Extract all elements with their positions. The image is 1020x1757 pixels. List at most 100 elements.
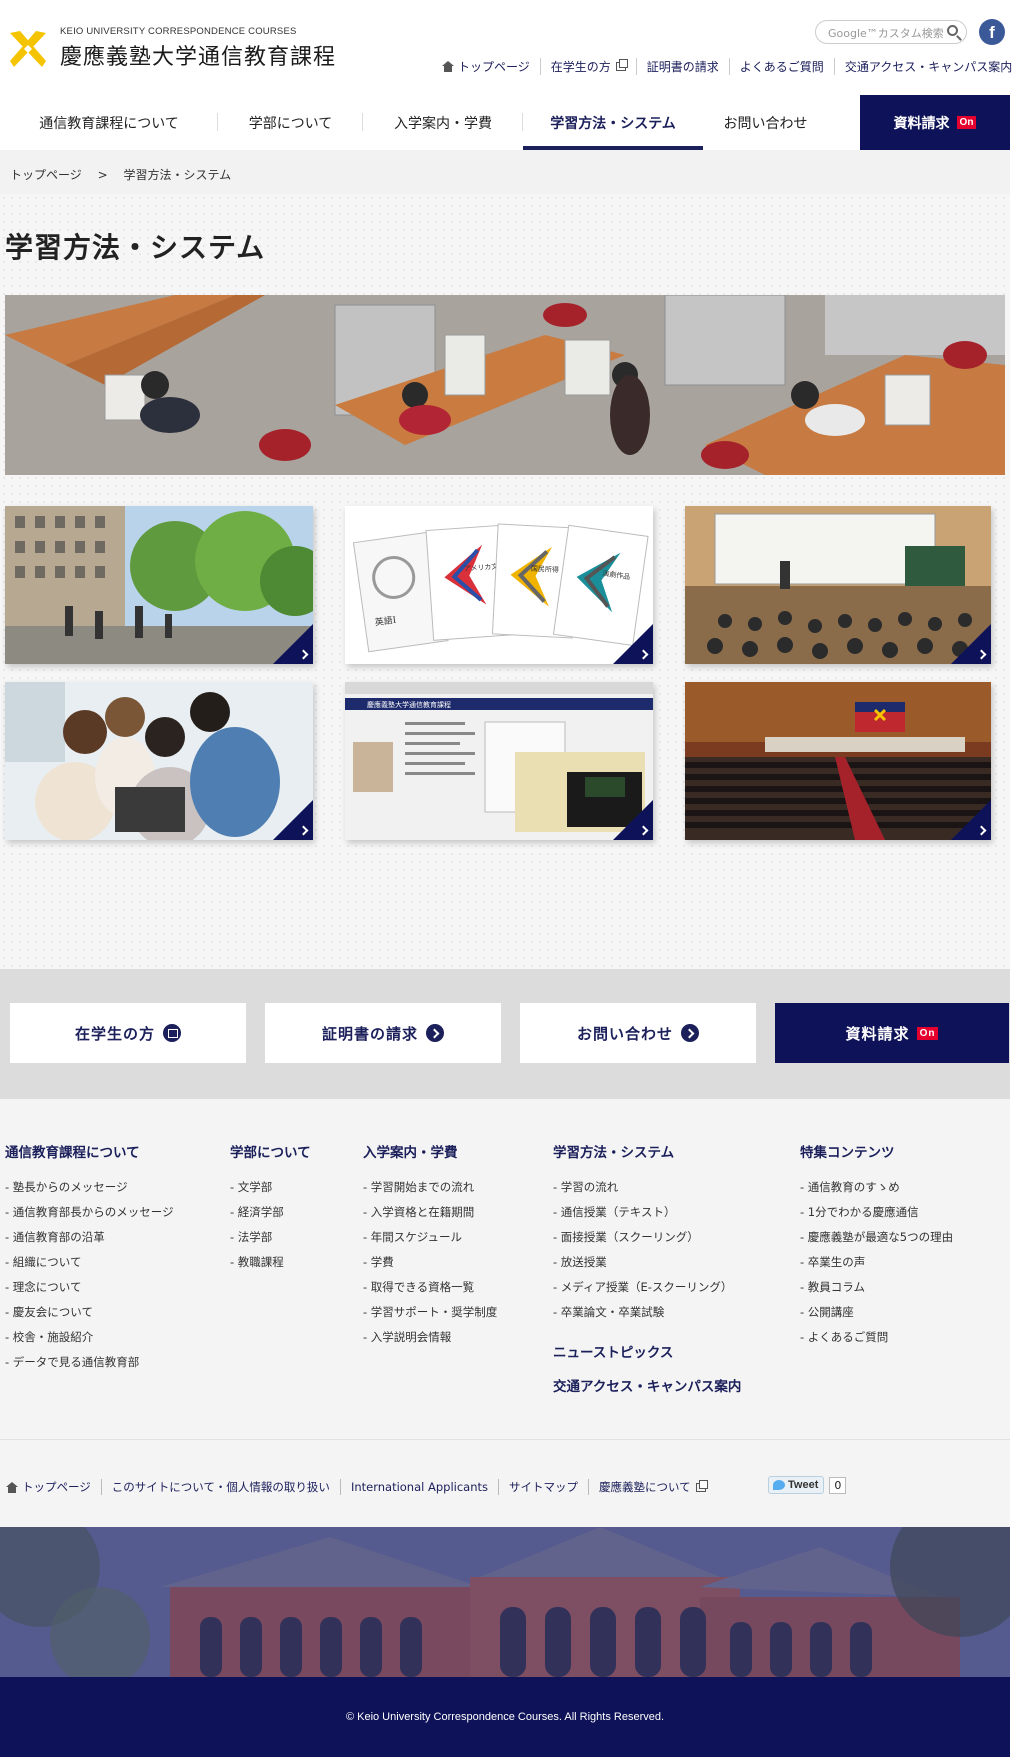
nav-label: 学習方法・システム <box>550 115 676 132</box>
footer-link-label: 慶應義塾について <box>599 1480 691 1494</box>
util-link-faq[interactable]: よくあるご質問 <box>728 58 834 75</box>
sitemap-link[interactable]: - 入学説明会情報 <box>363 1325 497 1350</box>
search-icon[interactable] <box>947 25 958 36</box>
copyright-text: © Keio University Correspondence Courses… <box>345 1711 665 1723</box>
sitemap-link[interactable]: - 通信教育部長からのメッセージ <box>5 1200 174 1225</box>
lecture-hall-photo <box>685 506 991 664</box>
sitemap-link[interactable]: - 理念について <box>5 1275 174 1300</box>
copyright-bar: © Keio University Correspondence Courses… <box>0 1677 1010 1757</box>
nav-about[interactable]: 通信教育課程について <box>0 95 218 150</box>
textbooks-photo: 英語Ⅰ アメリカ文学 国民所得 演劇作品 <box>345 506 653 664</box>
sitemap-link[interactable]: - 通信教育のすゝめ <box>800 1175 953 1200</box>
nav-label: 学部について <box>248 115 333 132</box>
cta-contact[interactable]: お問い合わせ <box>520 1003 756 1063</box>
sitemap-link[interactable]: - 教職課程 <box>230 1250 311 1275</box>
site-logo[interactable]: KEIO UNIVERSITY CORRESPONDENCE COURSES 慶… <box>6 26 336 71</box>
sitemap-link[interactable]: - 入学資格と在籍期間 <box>363 1200 497 1225</box>
sitemap-link[interactable]: - メディア授業（E-スクーリング） <box>553 1275 741 1300</box>
sitemap-link[interactable]: - 通信教育部の沿革 <box>5 1225 174 1250</box>
sitemap-link[interactable]: - 法学部 <box>230 1225 311 1250</box>
sitemap-link[interactable]: - データで見る通信教育部 <box>5 1350 174 1375</box>
sitemap-link[interactable]: - 学習サポート・奨学制度 <box>363 1300 497 1325</box>
tile-lecture-hall[interactable] <box>685 506 991 664</box>
footer-link-international[interactable]: International Applicants <box>339 1479 498 1495</box>
sitemap-heading[interactable]: 学部について <box>230 1141 311 1161</box>
e-schooling-screen-photo: 慶應義塾大学通信教育課程 <box>345 682 653 840</box>
sitemap-link[interactable]: - 経済学部 <box>230 1200 311 1225</box>
sitemap-heading[interactable]: 入学案内・学費 <box>363 1141 497 1161</box>
util-link-top[interactable]: トップページ <box>432 58 540 75</box>
sitemap-link[interactable]: - 通信授業（テキスト） <box>553 1200 741 1225</box>
nav-label: お問い合わせ <box>723 115 808 132</box>
cta-current-students[interactable]: 在学生の方 <box>10 1003 246 1063</box>
sitemap-heading[interactable]: 特集コンテンツ <box>800 1141 953 1161</box>
logo-title: 慶應義塾大学通信教育課程 <box>60 45 337 70</box>
sitemap-link[interactable]: - 1分でわかる慶應通信 <box>800 1200 953 1225</box>
sitemap-access-link[interactable]: 交通アクセス・キャンパス案内 <box>553 1375 741 1395</box>
breadcrumb-home[interactable]: トップページ <box>10 168 82 182</box>
nav-contact[interactable]: お問い合わせ <box>703 95 828 150</box>
tile-textbooks[interactable]: 英語Ⅰ アメリカ文学 国民所得 演劇作品 <box>345 506 653 664</box>
sitemap-heading[interactable]: 通信教育課程について <box>5 1141 174 1161</box>
sitemap-link[interactable]: - 学習開始までの流れ <box>363 1175 497 1200</box>
footer-link-keio[interactable]: 慶應義塾について <box>588 1479 716 1495</box>
sitemap-link[interactable]: - 塾長からのメッセージ <box>5 1175 174 1200</box>
search-input[interactable]: Google™カスタム検索 <box>815 20 967 44</box>
sitemap-link[interactable]: - 学費 <box>363 1250 497 1275</box>
sitemap-link[interactable]: - 組織について <box>5 1250 174 1275</box>
facebook-icon[interactable]: f <box>979 19 1005 45</box>
footer-link-privacy[interactable]: このサイトについて・個人情報の取り扱い <box>100 1479 340 1495</box>
sitemap-link[interactable]: - よくあるご質問 <box>800 1325 953 1350</box>
footer-link-label: このサイトについて・個人情報の取り扱い <box>111 1480 330 1494</box>
tile-corner <box>613 800 653 840</box>
cta-label: 在学生の方 <box>74 1024 155 1043</box>
footer-sitemap: 通信教育課程について - 塾長からのメッセージ - 通信教育部長からのメッセージ… <box>0 1099 1010 1439</box>
sitemap-link[interactable]: - 年間スケジュール <box>363 1225 497 1250</box>
footer-cta-band: 在学生の方 証明書の請求 お問い合わせ 資料請求 On <box>0 969 1010 1099</box>
request-materials-button[interactable]: 資料請求 On <box>860 95 1010 150</box>
utility-nav: トップページ 在学生の方 証明書の請求 よくあるご質問 交通アクセス・キャンパス… <box>432 58 1020 75</box>
footer-link-sitemap[interactable]: サイトマップ <box>498 1479 588 1495</box>
tile-corner <box>273 800 313 840</box>
sitemap-link[interactable]: - 卒業生の声 <box>800 1250 953 1275</box>
sitemap-news-link[interactable]: ニューストピックス <box>553 1341 741 1361</box>
sitemap-col-about: 通信教育課程について - 塾長からのメッセージ - 通信教育部長からのメッセージ… <box>5 1141 174 1375</box>
nav-admission[interactable]: 入学案内・学費 <box>363 95 523 150</box>
tile-campus[interactable] <box>5 506 313 664</box>
util-link-label: よくあるご質問 <box>739 60 824 74</box>
request-label: 資料請求 <box>893 115 950 132</box>
cta-request-materials[interactable]: 資料請求 On <box>775 1003 1009 1063</box>
arrow-circle-icon <box>426 1024 444 1042</box>
util-link-access[interactable]: 交通アクセス・キャンパス案内 <box>833 58 1020 75</box>
sitemap-link[interactable]: - 取得できる資格一覧 <box>363 1275 497 1300</box>
screen-title: 慶應義塾大学通信教育課程 <box>367 700 451 709</box>
sitemap-link[interactable]: - 慶友会について <box>5 1300 174 1325</box>
nav-learning-system[interactable]: 学習方法・システム <box>523 95 703 150</box>
footer-link-top[interactable]: トップページ <box>6 1479 101 1495</box>
sitemap-link[interactable]: - 放送授業 <box>553 1250 741 1275</box>
nav-faculties[interactable]: 学部について <box>218 95 363 150</box>
util-link-students[interactable]: 在学生の方 <box>539 58 636 75</box>
tweet-label: Tweet <box>788 1479 819 1491</box>
sitemap-link[interactable]: - 文学部 <box>230 1175 311 1200</box>
tile-students[interactable] <box>5 682 313 840</box>
sitemap-link[interactable]: - 校舎・施設紹介 <box>5 1325 174 1350</box>
footer-link-label: International Applicants <box>350 1480 489 1494</box>
tile-e-schooling[interactable]: 慶應義塾大学通信教育課程 <box>345 682 653 840</box>
sitemap-link[interactable]: - 慶應義塾が最適な5つの理由 <box>800 1225 953 1250</box>
book-title: 国民所得 <box>531 564 559 574</box>
util-link-label: 在学生の方 <box>550 60 611 74</box>
sitemap-link[interactable]: - 公開講座 <box>800 1300 953 1325</box>
sitemap-link[interactable]: - 学習の流れ <box>553 1175 741 1200</box>
sitemap-link[interactable]: - 教員コラム <box>800 1275 953 1300</box>
tile-corner <box>951 624 991 664</box>
tweet-button[interactable]: Tweet <box>768 1476 825 1494</box>
util-link-certificate[interactable]: 証明書の請求 <box>635 58 729 75</box>
cta-certificate[interactable]: 証明書の請求 <box>265 1003 501 1063</box>
sitemap-heading[interactable]: 学習方法・システム <box>553 1141 741 1161</box>
site-header: KEIO UNIVERSITY CORRESPONDENCE COURSES 慶… <box>0 0 1012 150</box>
sitemap-link[interactable]: - 面接授業（スクーリング） <box>553 1225 741 1250</box>
tile-auditorium[interactable] <box>685 682 991 840</box>
nav-label: 通信教育課程について <box>39 115 179 132</box>
sitemap-link[interactable]: - 卒業論文・卒業試験 <box>553 1300 741 1325</box>
